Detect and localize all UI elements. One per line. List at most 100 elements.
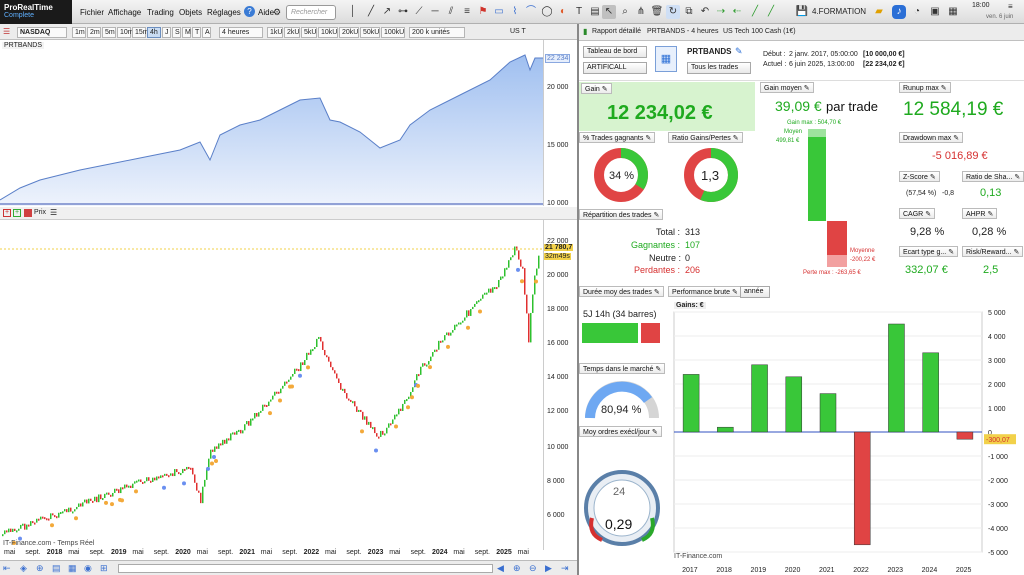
- ordres-label[interactable]: Moy ordres exécl/jour ✎: [579, 426, 662, 437]
- fibo-tool-icon[interactable]: ⌇: [508, 5, 522, 19]
- screen-icon[interactable]: ▣: [928, 5, 942, 19]
- clone-icon[interactable]: ⧉: [682, 5, 696, 19]
- menu-trading[interactable]: Trading: [147, 8, 174, 17]
- overlay-icon[interactable]: ▦: [68, 563, 77, 574]
- price-chart[interactable]: [0, 220, 543, 550]
- scroll-left-icon[interactable]: ◀: [497, 563, 504, 574]
- pin-icon[interactable]: ✎: [733, 134, 739, 143]
- horizontal-scrollbar[interactable]: [118, 564, 493, 573]
- rectangle-tool-icon[interactable]: ▭: [492, 5, 506, 19]
- drawing-list-icon[interactable]: ▤: [52, 563, 61, 574]
- pin-icon[interactable]: ✎: [987, 210, 993, 219]
- sell-line-icon[interactable]: ⇠: [730, 5, 744, 19]
- save-icon[interactable]: 💾: [795, 5, 809, 19]
- ahpr-label[interactable]: AHPR ✎: [962, 208, 998, 219]
- menu-reglages[interactable]: Réglages: [207, 8, 241, 17]
- hline-tool-icon[interactable]: ─: [428, 5, 442, 19]
- cagr-label[interactable]: CAGR ✎: [899, 208, 936, 219]
- timeframe-T[interactable]: T: [192, 27, 201, 38]
- timeframe-10m[interactable]: 10m: [117, 27, 134, 38]
- arrow-tool-icon[interactable]: ↗: [380, 5, 394, 19]
- dashboard-select[interactable]: Tableau de bord: [583, 46, 647, 58]
- pin-icon[interactable]: ✎: [732, 288, 738, 297]
- undo-icon[interactable]: ↶: [698, 5, 712, 19]
- zoom-in-icon[interactable]: ⊕: [513, 563, 521, 574]
- pin-icon[interactable]: ✎: [948, 248, 954, 257]
- pin-icon[interactable]: ✎: [653, 211, 659, 220]
- chart-menu-icon[interactable]: ☰: [3, 27, 10, 36]
- timeframe-A[interactable]: A: [202, 27, 211, 38]
- flag-tool-icon[interactable]: ⚑: [476, 5, 490, 19]
- tickframe-5kU[interactable]: 5kU: [301, 27, 317, 38]
- trade-filter-select[interactable]: Tous les trades: [687, 62, 751, 74]
- duree-label[interactable]: Durée moy des trades ✎: [579, 286, 664, 297]
- sharpe-label[interactable]: Ratio de Sha... ✎: [962, 171, 1024, 182]
- temps-label[interactable]: Temps dans le marché ✎: [579, 363, 666, 374]
- gain-moyen-label[interactable]: Gain moyen ✎: [760, 82, 814, 93]
- pct-trades-label[interactable]: % Trades gagnants ✎: [579, 132, 656, 143]
- gain-label[interactable]: Gain ✎: [581, 83, 612, 94]
- timeframe-1m[interactable]: 1m: [72, 27, 86, 38]
- magnet-icon[interactable]: ⋔: [634, 5, 648, 19]
- pin-icon[interactable]: ✎: [1014, 248, 1020, 257]
- line-tool-icon[interactable]: ╱: [364, 5, 378, 19]
- segment-tool-icon[interactable]: ⊶: [396, 5, 410, 19]
- units-select[interactable]: 200 k unités: [409, 27, 465, 38]
- channel-tool-icon[interactable]: ⫽: [444, 5, 458, 19]
- pin-icon[interactable]: ✎: [1014, 173, 1020, 182]
- tickframe-20kU[interactable]: 20kU: [339, 27, 359, 38]
- risk-label[interactable]: Risk/Reward... ✎: [962, 246, 1024, 257]
- ellipse-tool-icon[interactable]: ◯: [540, 5, 554, 19]
- screener-icon[interactable]: ⊞: [100, 563, 108, 574]
- search-input[interactable]: Rechercher: [286, 5, 336, 20]
- pin-icon[interactable]: ✎: [953, 134, 959, 143]
- workspace-name[interactable]: 4.FORMATION: [812, 7, 866, 16]
- timeframe-S[interactable]: S: [172, 27, 181, 38]
- pin-icon[interactable]: ✎: [804, 84, 810, 93]
- pin-icon[interactable]: ✎: [602, 85, 608, 94]
- green-line-icon[interactable]: ╱: [748, 5, 762, 19]
- ratio-label[interactable]: Ratio Gains/Pertes ✎: [668, 132, 743, 143]
- pin-icon[interactable]: ✎: [930, 173, 936, 182]
- tickframe-2kU[interactable]: 2kU: [284, 27, 300, 38]
- pin-icon[interactable]: ✎: [655, 365, 661, 374]
- account-select[interactable]: ARTIFICALL: [583, 62, 647, 74]
- code-icon[interactable]: ✎: [735, 46, 743, 57]
- perf-label[interactable]: Performance brute ✎: [668, 286, 742, 297]
- zoom-icon[interactable]: ⌕: [618, 5, 632, 19]
- zoom-out-icon[interactable]: ⊖: [529, 563, 537, 574]
- pin-icon[interactable]: ✎: [645, 134, 651, 143]
- menu-affichage[interactable]: Affichage: [108, 8, 141, 17]
- shape-tool-icon[interactable]: ◐: [556, 5, 570, 19]
- cursor-icon[interactable]: │: [346, 5, 360, 19]
- menu-aide[interactable]: Aide: [258, 8, 274, 17]
- tickframe-100kU[interactable]: 100kU: [381, 27, 405, 38]
- pin-icon[interactable]: ✎: [652, 428, 658, 437]
- lock-icon[interactable]: ↻: [666, 5, 680, 19]
- instrument-select[interactable]: NASDAQ: [17, 27, 67, 38]
- timeframe-15m[interactable]: 15m: [132, 27, 149, 38]
- price-list-icon[interactable]: ☰: [50, 208, 57, 217]
- tickframe-1kU[interactable]: 1kU: [267, 27, 283, 38]
- menu-hamburger-icon[interactable]: ≡: [1008, 2, 1013, 11]
- timeframe-J[interactable]: J: [162, 27, 171, 38]
- text-tool-icon[interactable]: ≡: [460, 5, 474, 19]
- runup-label[interactable]: Runup max ✎: [899, 82, 951, 93]
- period-select[interactable]: 4 heures: [219, 27, 263, 38]
- sound-wave-icon[interactable]: ◔: [910, 5, 924, 19]
- folder-icon[interactable]: ▰: [872, 5, 886, 19]
- perf-period-select[interactable]: année: [740, 286, 770, 298]
- app-logo[interactable]: ProRealTime Complete: [0, 0, 72, 24]
- scroll-right-icon[interactable]: ▶: [545, 563, 552, 574]
- grid-icon[interactable]: ▦: [946, 5, 960, 19]
- arc-tool-icon[interactable]: ⌒: [524, 5, 538, 19]
- symbol-label[interactable]: US T: [508, 27, 538, 38]
- buy-line-icon[interactable]: ⇢: [714, 5, 728, 19]
- menu-fichier[interactable]: Fichier: [80, 8, 104, 17]
- repartition-label[interactable]: Répartition des trades ✎: [579, 209, 664, 220]
- timeframe-4h[interactable]: 4h: [147, 27, 161, 38]
- tickframe-50kU[interactable]: 50kU: [360, 27, 380, 38]
- note-tool-icon[interactable]: ▤: [588, 5, 602, 19]
- pin-icon[interactable]: ✎: [654, 288, 660, 297]
- timeframe-5m[interactable]: 5m: [102, 27, 116, 38]
